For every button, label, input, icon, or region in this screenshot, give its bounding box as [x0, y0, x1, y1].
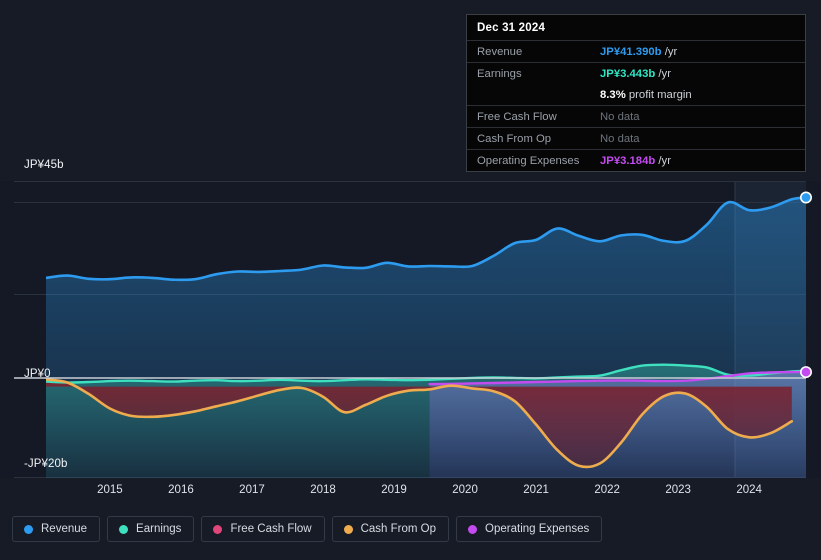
- legend-item-operating-expenses[interactable]: Operating Expenses: [456, 516, 603, 542]
- operating-expenses-endpoint-marker: [799, 366, 812, 379]
- tooltip-row-value: JP¥41.390b /yr: [600, 45, 678, 58]
- tooltip-row: Revenue JP¥41.390b /yr: [467, 40, 805, 62]
- legend-item-earnings[interactable]: Earnings: [107, 516, 195, 542]
- legend-item-label: Earnings: [136, 523, 182, 535]
- y-axis-label-bottom: -JP¥20b: [24, 458, 68, 470]
- x-axis-tick-2016: 2016: [168, 484, 194, 496]
- x-axis-tick-2017: 2017: [239, 484, 265, 496]
- revenue-endpoint-marker: [799, 191, 812, 204]
- tooltip-row: Cash From Op No data: [467, 127, 805, 149]
- x-axis-tick-2021: 2021: [523, 484, 549, 496]
- x-axis-tick-2015: 2015: [97, 484, 123, 496]
- legend-color-dot-icon: [468, 524, 478, 534]
- x-axis-tick-2019: 2019: [381, 484, 407, 496]
- tooltip-row-value: JP¥3.443b /yr: [600, 67, 671, 80]
- chart-legend[interactable]: Revenue Earnings Free Cash Flow Cash From O…: [12, 516, 603, 542]
- tooltip-row-label: Earnings: [477, 67, 522, 80]
- tooltip-row: 8.3% profit margin: [467, 84, 805, 105]
- tooltip-rows: Revenue JP¥41.390b /yr Earnings JP¥3.443b /…: [467, 40, 805, 171]
- tooltip-date: Dec 31 2024: [477, 22, 546, 34]
- legend-item-label: Operating Expenses: [485, 523, 590, 535]
- tooltip-row: Free Cash Flow No data: [467, 105, 805, 127]
- legend-item-label: Revenue: [41, 523, 88, 535]
- y-axis-label-zero: JP¥0: [24, 368, 51, 380]
- legend-item-label: Free Cash Flow: [230, 523, 312, 535]
- legend-item-free-cash-flow[interactable]: Free Cash Flow: [201, 516, 325, 542]
- chart-tooltip: Dec 31 2024 Revenue JP¥41.390b /yr Earning…: [466, 14, 806, 172]
- tooltip-row-value: 8.3% profit margin: [600, 88, 692, 101]
- legend-color-dot-icon: [24, 524, 33, 534]
- x-axis-tick-2023: 2023: [665, 484, 691, 496]
- x-axis-tick-2018: 2018: [310, 484, 336, 496]
- legend-item-revenue[interactable]: Revenue: [12, 516, 101, 542]
- tooltip-row-label: Operating Expenses: [477, 154, 580, 167]
- legend-item-label: Cash From Op: [360, 523, 437, 535]
- tooltip-row-label: Cash From Op: [477, 132, 552, 145]
- x-axis-tick-2022: 2022: [594, 484, 620, 496]
- tooltip-row: Earnings JP¥3.443b /yr: [467, 62, 805, 84]
- x-axis-tick-2020: 2020: [452, 484, 478, 496]
- legend-color-dot-icon: [213, 524, 223, 534]
- legend-color-dot-icon: [343, 524, 353, 534]
- tooltip-row-value: No data: [600, 132, 640, 145]
- legend-item-cash-from-op[interactable]: Cash From Op: [331, 516, 450, 542]
- tooltip-row-label: Free Cash Flow: [477, 110, 557, 123]
- tooltip-row-value: JP¥3.184b /yr: [600, 154, 671, 167]
- tooltip-row-label: Revenue: [477, 45, 523, 58]
- tooltip-row: Operating Expenses JP¥3.184b /yr: [467, 149, 805, 171]
- x-axis-tick-2024: 2024: [736, 484, 762, 496]
- tooltip-row-value: No data: [600, 110, 640, 123]
- y-axis-label-top: JP¥45b: [24, 159, 64, 171]
- legend-color-dot-icon: [119, 524, 129, 534]
